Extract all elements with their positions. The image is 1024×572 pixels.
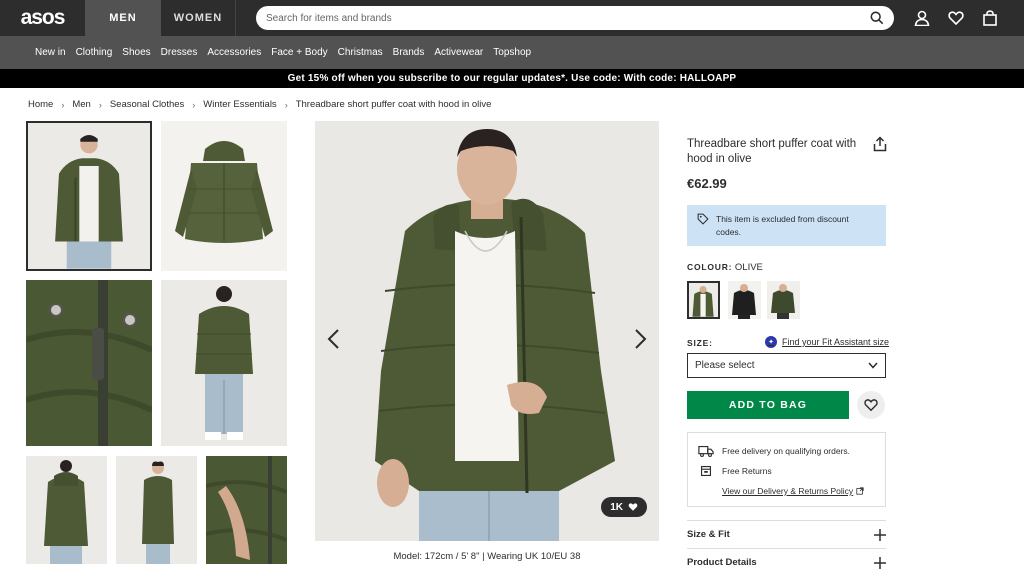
size-label: SIZE: [687, 338, 713, 348]
nav-item-face-body[interactable]: Face + Body [271, 47, 327, 58]
nav-item-christmas[interactable]: Christmas [338, 47, 383, 58]
save-for-later-button[interactable] [857, 391, 885, 419]
share-icon[interactable] [872, 136, 888, 152]
free-returns-row: Free Returns [698, 461, 875, 481]
nav-item-brands[interactable]: Brands [393, 47, 425, 58]
category-nav: New in Clothing Shoes Dresses Accessorie… [0, 36, 1024, 69]
external-link-icon [856, 487, 864, 495]
header-icons [914, 0, 998, 36]
swatch-image [728, 281, 761, 319]
product-title: Threadbare short puffer coat with hood i… [687, 138, 857, 165]
thumbnail-flat[interactable] [161, 121, 287, 271]
previous-image-button[interactable] [323, 325, 343, 353]
thumbnail-back[interactable] [161, 280, 287, 446]
free-returns-text: Free Returns [722, 466, 772, 476]
nav-item-topshop[interactable]: Topshop [493, 47, 531, 58]
breadcrumb-men[interactable]: Men [72, 99, 90, 110]
breadcrumb-seasonal-clothes[interactable]: Seasonal Clothes [110, 99, 184, 110]
search-icon[interactable] [870, 11, 884, 25]
asos-logo[interactable]: asos [0, 0, 85, 36]
product-image [116, 456, 197, 564]
main-product-image[interactable]: 1K [315, 121, 659, 541]
colour-label: COLOUR: OLIVE [687, 262, 763, 273]
colour-swatch-olive[interactable] [687, 281, 720, 319]
thumbnail-front[interactable] [26, 121, 152, 271]
tab-women[interactable]: WOMEN [161, 0, 236, 36]
accordion-product-details-label: Product Details [687, 557, 757, 568]
heart-outline-icon [864, 399, 878, 412]
delivery-policy-link[interactable]: View our Delivery & Returns Policy [722, 486, 864, 496]
promo-banner[interactable]: Get 15% off when you subscribe to our re… [0, 69, 1024, 88]
breadcrumb-current: Threadbare short puffer coat with hood i… [295, 99, 492, 110]
discount-notice: This item is excluded from discount code… [687, 205, 886, 246]
returns-icon [700, 465, 712, 477]
search-input[interactable] [266, 12, 870, 24]
account-icon[interactable] [914, 10, 930, 26]
nav-item-shoes[interactable]: Shoes [122, 47, 150, 58]
product-image [26, 456, 107, 564]
delivery-info: Free delivery on qualifying orders. Free… [687, 432, 886, 507]
thumbnail-side[interactable] [116, 456, 197, 564]
fit-assistant-label: Find your Fit Assistant size [782, 337, 890, 347]
swatch-image [689, 283, 718, 317]
chevron-right-icon: › [284, 99, 288, 110]
likes-count: 1K [610, 501, 623, 513]
thumbnail-detail-zip[interactable] [26, 280, 152, 446]
nav-item-clothing[interactable]: Clothing [76, 47, 113, 58]
colour-value: OLIVE [734, 262, 763, 273]
breadcrumb-home[interactable]: Home [28, 99, 53, 110]
policy-row: View our Delivery & Returns Policy [698, 481, 875, 501]
product-image [315, 121, 659, 541]
heart-icon [628, 503, 638, 511]
next-image-button[interactable] [631, 325, 651, 353]
product-image [161, 280, 287, 446]
product-image [28, 123, 150, 269]
chevron-right-icon: › [192, 99, 196, 110]
wishlist-icon[interactable] [948, 10, 964, 26]
accordion-size-fit-label: Size & Fit [687, 529, 730, 540]
chevron-right-icon: › [61, 99, 65, 110]
size-select[interactable]: Please select [687, 353, 886, 378]
product-image [206, 456, 287, 564]
likes-badge[interactable]: 1K [601, 497, 647, 517]
colour-label-key: COLOUR: [687, 262, 733, 272]
free-delivery-row: Free delivery on qualifying orders. [698, 441, 875, 461]
colour-swatch-khaki[interactable] [767, 281, 800, 319]
breadcrumb-winter-essentials[interactable]: Winter Essentials [203, 99, 276, 110]
product-image [26, 280, 152, 446]
chevron-down-icon [868, 362, 878, 369]
delivery-policy-label: View our Delivery & Returns Policy [722, 486, 854, 496]
chevron-right-icon: › [98, 99, 102, 110]
bag-icon[interactable] [982, 10, 998, 26]
nav-item-new-in[interactable]: New in [35, 47, 66, 58]
thumbnail-back-hood[interactable] [26, 456, 107, 564]
truck-icon [698, 445, 714, 457]
chevron-left-icon [327, 329, 339, 349]
breadcrumb: Home › Men › Seasonal Clothes › Winter E… [28, 99, 491, 110]
chevron-right-icon [635, 329, 647, 349]
add-to-bag-button[interactable]: ADD TO BAG [687, 391, 849, 419]
fit-assistant-link[interactable]: ✦ Find your Fit Assistant size [765, 336, 889, 348]
discount-notice-text: This item is excluded from discount code… [716, 214, 849, 237]
colour-swatch-black[interactable] [728, 281, 761, 319]
product-image [161, 121, 287, 271]
swatch-image [767, 281, 800, 319]
model-info: Model: 172cm / 5' 8" | Wearing UK 10/EU … [393, 551, 581, 562]
accordion-size-fit[interactable]: Size & Fit [687, 520, 886, 548]
size-select-value: Please select [695, 360, 755, 371]
nav-item-dresses[interactable]: Dresses [161, 47, 198, 58]
free-delivery-text: Free delivery on qualifying orders. [722, 446, 851, 456]
tab-men[interactable]: MEN [85, 0, 161, 36]
nav-item-activewear[interactable]: Activewear [434, 47, 483, 58]
thumbnail-pocket[interactable] [206, 456, 287, 564]
plus-icon [874, 528, 886, 541]
fit-assistant-icon: ✦ [765, 336, 777, 348]
plus-icon [874, 556, 886, 569]
accordion-product-details[interactable]: Product Details [687, 548, 886, 572]
nav-item-accessories[interactable]: Accessories [207, 47, 261, 58]
product-price: €62.99 [687, 176, 727, 191]
search-bar [256, 6, 894, 30]
tag-icon [697, 213, 709, 225]
top-bar: asos MEN WOMEN [0, 0, 1024, 36]
